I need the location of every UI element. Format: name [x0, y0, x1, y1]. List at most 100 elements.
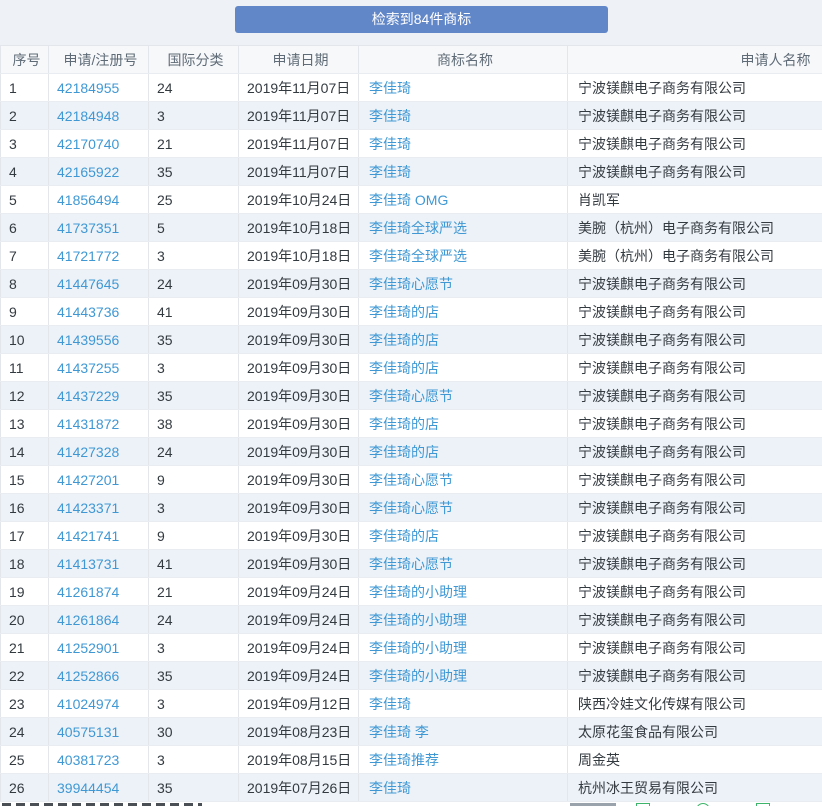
- cell-app_no: 41856494: [49, 186, 149, 214]
- trademark-name-link[interactable]: 李佳琦心愿节: [369, 472, 453, 488]
- trademark-name-link[interactable]: 李佳琦心愿节: [369, 276, 453, 292]
- application-number-link[interactable]: 41421741: [57, 528, 119, 544]
- cell-intl_class: 24: [149, 438, 239, 466]
- trademark-name-link[interactable]: 李佳琦: [369, 164, 411, 180]
- table-row: 1841413731412019年09月30日李佳琦心愿节宁波镁麒电子商务有限公…: [1, 550, 822, 578]
- cell-intl_class: 3: [149, 494, 239, 522]
- trademark-name-link[interactable]: 李佳琦: [369, 108, 411, 124]
- cell-app_date: 2019年09月30日: [239, 270, 359, 298]
- cell-index: 14: [1, 438, 49, 466]
- cell-app_no: 41431872: [49, 410, 149, 438]
- cell-tm_name: 李佳琦推荐: [359, 746, 568, 774]
- application-number-link[interactable]: 41439556: [57, 332, 119, 348]
- table-row: 154142720192019年09月30日李佳琦心愿节宁波镁麒电子商务有限公司: [1, 466, 822, 494]
- trademark-name-link[interactable]: 李佳琦的小助理: [369, 612, 467, 628]
- table-row: 2440575131302019年08月23日李佳琦 李太原花玺食品有限公司: [1, 718, 822, 746]
- cell-app_no: 39944454: [49, 774, 149, 802]
- application-number-link[interactable]: 41024974: [57, 696, 119, 712]
- cell-applicant: 宁波镁麒电子商务有限公司: [568, 662, 822, 690]
- table-row: 2241252866352019年09月24日李佳琦的小助理宁波镁麒电子商务有限…: [1, 662, 822, 690]
- application-number-link[interactable]: 39944454: [57, 780, 119, 796]
- cell-index: 15: [1, 466, 49, 494]
- application-number-link[interactable]: 41437255: [57, 360, 119, 376]
- application-number-link[interactable]: 41437229: [57, 388, 119, 404]
- application-number-link[interactable]: 42165922: [57, 164, 119, 180]
- trademark-name-link[interactable]: 李佳琦心愿节: [369, 388, 453, 404]
- cell-app_no: 42165922: [49, 158, 149, 186]
- cell-intl_class: 3: [149, 746, 239, 774]
- application-number-link[interactable]: 41737351: [57, 220, 119, 236]
- cell-app_no: 41427201: [49, 466, 149, 494]
- cell-applicant: 美腕（杭州）电子商务有限公司: [568, 242, 822, 270]
- table-row: 234102497432019年09月12日李佳琦陕西冷娃文化传媒有限公司: [1, 690, 822, 718]
- trademark-name-link[interactable]: 李佳琦的店: [369, 444, 439, 460]
- application-number-link[interactable]: 42184955: [57, 80, 119, 96]
- cell-app_no: 41437229: [49, 382, 149, 410]
- column-header-app_no: 申请/注册号: [49, 46, 149, 74]
- cell-app_no: 41447645: [49, 270, 149, 298]
- application-number-link[interactable]: 41261874: [57, 584, 119, 600]
- trademark-name-link[interactable]: 李佳琦的店: [369, 528, 439, 544]
- cell-app_date: 2019年09月24日: [239, 578, 359, 606]
- trademark-name-link[interactable]: 李佳琦心愿节: [369, 556, 453, 572]
- table-row: 2639944454352019年07月26日李佳琦杭州冰王贸易有限公司: [1, 774, 822, 802]
- trademark-name-link[interactable]: 李佳琦: [369, 136, 411, 152]
- application-number-link[interactable]: 41856494: [57, 192, 119, 208]
- application-number-link[interactable]: 41423371: [57, 500, 119, 516]
- application-number-link[interactable]: 41721772: [57, 248, 119, 264]
- cell-intl_class: 35: [149, 382, 239, 410]
- trademark-name-link[interactable]: 李佳琦的小助理: [369, 668, 467, 684]
- table-row: 142184955242019年11月07日李佳琦宁波镁麒电子商务有限公司: [1, 74, 822, 102]
- trademark-name-link[interactable]: 李佳琦的店: [369, 416, 439, 432]
- cell-app_no: 41413731: [49, 550, 149, 578]
- trademark-name-link[interactable]: 李佳琦的店: [369, 360, 439, 376]
- cell-tm_name: 李佳琦全球严选: [359, 242, 568, 270]
- application-number-link[interactable]: 41261864: [57, 612, 119, 628]
- application-number-link[interactable]: 41427328: [57, 444, 119, 460]
- application-number-link[interactable]: 41413731: [57, 556, 119, 572]
- trademark-name-link[interactable]: 李佳琦: [369, 696, 411, 712]
- application-number-link[interactable]: 42184948: [57, 108, 119, 124]
- cell-index: 2: [1, 102, 49, 130]
- application-number-link[interactable]: 41431872: [57, 416, 119, 432]
- cell-applicant: 宁波镁麒电子商务有限公司: [568, 634, 822, 662]
- cell-app_no: 41252866: [49, 662, 149, 690]
- table-row: 2041261864242019年09月24日李佳琦的小助理宁波镁麒电子商务有限…: [1, 606, 822, 634]
- trademark-name-link[interactable]: 李佳琦: [369, 80, 411, 96]
- trademark-name-link[interactable]: 李佳琦的小助理: [369, 584, 467, 600]
- cell-tm_name: 李佳琦的小助理: [359, 634, 568, 662]
- cell-app_date: 2019年09月30日: [239, 494, 359, 522]
- application-number-link[interactable]: 40381723: [57, 752, 119, 768]
- cell-applicant: 宁波镁麒电子商务有限公司: [568, 522, 822, 550]
- cell-tm_name: 李佳琦 李: [359, 718, 568, 746]
- cell-index: 13: [1, 410, 49, 438]
- cell-applicant: 宁波镁麒电子商务有限公司: [568, 438, 822, 466]
- application-number-link[interactable]: 41252866: [57, 668, 119, 684]
- application-number-link[interactable]: 41427201: [57, 472, 119, 488]
- table-row: 254038172332019年08月15日李佳琦推荐周金英: [1, 746, 822, 774]
- trademark-name-link[interactable]: 李佳琦: [369, 780, 411, 796]
- cell-index: 20: [1, 606, 49, 634]
- cell-applicant: 宁波镁麒电子商务有限公司: [568, 74, 822, 102]
- application-number-link[interactable]: 41252901: [57, 640, 119, 656]
- table-row: 442165922352019年11月07日李佳琦宁波镁麒电子商务有限公司: [1, 158, 822, 186]
- cell-index: 5: [1, 186, 49, 214]
- trademark-name-link[interactable]: 李佳琦的小助理: [369, 640, 467, 656]
- cell-app_no: 41439556: [49, 326, 149, 354]
- cell-index: 6: [1, 214, 49, 242]
- trademark-name-link[interactable]: 李佳琦的店: [369, 304, 439, 320]
- trademark-name-link[interactable]: 李佳琦的店: [369, 332, 439, 348]
- cell-app_date: 2019年09月30日: [239, 298, 359, 326]
- cell-index: 24: [1, 718, 49, 746]
- search-result-count-button[interactable]: 检索到84件商标: [235, 6, 608, 33]
- trademark-name-link[interactable]: 李佳琦心愿节: [369, 500, 453, 516]
- application-number-link[interactable]: 41447645: [57, 276, 119, 292]
- application-number-link[interactable]: 41443736: [57, 304, 119, 320]
- trademark-name-link[interactable]: 李佳琦推荐: [369, 752, 439, 768]
- trademark-name-link[interactable]: 李佳琦全球严选: [369, 248, 467, 264]
- trademark-name-link[interactable]: 李佳琦 李: [369, 724, 429, 740]
- trademark-name-link[interactable]: 李佳琦全球严选: [369, 220, 467, 236]
- application-number-link[interactable]: 42170740: [57, 136, 119, 152]
- application-number-link[interactable]: 40575131: [57, 724, 119, 740]
- trademark-name-link[interactable]: 李佳琦 OMG: [369, 192, 448, 208]
